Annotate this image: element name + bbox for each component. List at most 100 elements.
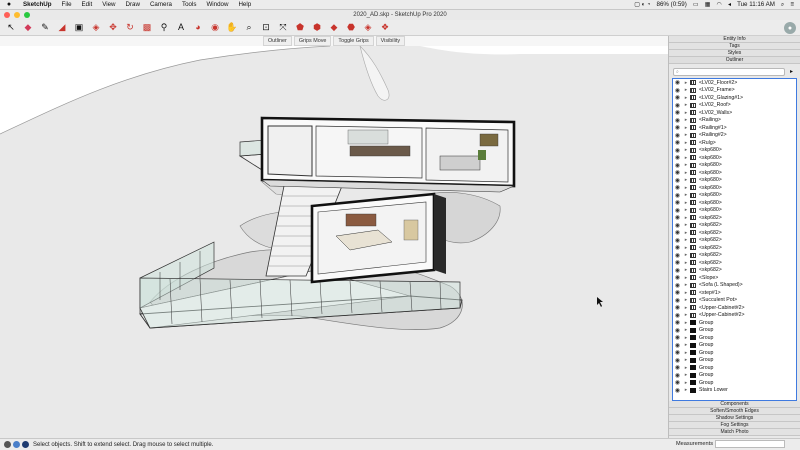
expand-arrow-icon[interactable]: ▸: [682, 327, 690, 333]
visibility-eye-icon[interactable]: ◉: [673, 267, 682, 274]
paint-bucket-tool-icon[interactable]: ◕: [190, 21, 206, 35]
outliner-row[interactable]: ◉ ▸ <LV02_Frame>: [673, 87, 796, 95]
tab-grips-move[interactable]: Grips Move: [293, 36, 332, 46]
outliner-row[interactable]: ◉ ▸ <skp680>: [673, 199, 796, 207]
outliner-row[interactable]: ◉ ▸ <Succulent Pot>: [673, 297, 796, 305]
outliner-row[interactable]: ◉ ▸ <Railing>: [673, 117, 796, 125]
menu-item-help[interactable]: Help: [233, 1, 256, 8]
expand-arrow-icon[interactable]: ▸: [682, 312, 690, 318]
expand-arrow-icon[interactable]: ▸: [682, 185, 690, 191]
geo-location-icon[interactable]: [4, 441, 11, 448]
outliner-row[interactable]: ◉ ▸ Group: [673, 319, 796, 327]
layout-tool-icon[interactable]: ◆: [326, 21, 342, 35]
menu-item-view[interactable]: View: [97, 1, 120, 8]
eraser-tool-icon[interactable]: ◆: [20, 21, 36, 35]
extension-manager-tool-icon[interactable]: ⬣: [343, 21, 359, 35]
visibility-eye-icon[interactable]: ◉: [673, 199, 682, 206]
outliner-row[interactable]: ◉ ▸ <LV02_Roof>: [673, 102, 796, 110]
expand-arrow-icon[interactable]: ▸: [682, 335, 690, 341]
outliner-row[interactable]: ◉ ▸ Group: [673, 364, 796, 372]
menu-item-window[interactable]: Window: [201, 1, 233, 8]
expand-arrow-icon[interactable]: ▸: [682, 387, 690, 393]
visibility-eye-icon[interactable]: ◉: [673, 87, 682, 94]
outliner-row[interactable]: ◉ ▸ Group: [673, 372, 796, 380]
menu-item-tools[interactable]: Tools: [177, 1, 201, 8]
model-viewport[interactable]: [0, 46, 668, 438]
outliner-row[interactable]: ◉ ▸ <skp682>: [673, 259, 796, 267]
outliner-row[interactable]: ◉ ▸ <Sofa (L Shaped)>: [673, 282, 796, 290]
expand-arrow-icon[interactable]: ▸: [682, 95, 690, 101]
outliner-row[interactable]: ◉ ▸ Group: [673, 349, 796, 357]
panel-components[interactable]: Components: [669, 401, 800, 408]
outliner-row[interactable]: ◉ ▸ <step#1>: [673, 289, 796, 297]
visibility-eye-icon[interactable]: ◉: [673, 102, 682, 109]
expand-arrow-icon[interactable]: ▸: [682, 305, 690, 311]
expand-arrow-icon[interactable]: ▸: [682, 380, 690, 386]
zoom-tool-icon[interactable]: ⌕: [241, 21, 257, 35]
expand-arrow-icon[interactable]: ▸: [682, 117, 690, 123]
expand-arrow-icon[interactable]: ▸: [682, 275, 690, 281]
expand-arrow-icon[interactable]: ▸: [682, 282, 690, 288]
panel-entity-info[interactable]: Entity Info: [669, 36, 800, 43]
measurements-input[interactable]: [715, 440, 785, 448]
visibility-eye-icon[interactable]: ◉: [673, 372, 682, 379]
move-tool-icon[interactable]: ✥: [105, 21, 121, 35]
visibility-eye-icon[interactable]: ◉: [673, 94, 682, 101]
menu-item-draw[interactable]: Draw: [121, 1, 145, 8]
tab-outliner[interactable]: Outliner: [262, 36, 292, 46]
expand-arrow-icon[interactable]: ▸: [682, 290, 690, 296]
outliner-row[interactable]: ◉ ▸ <skp682>: [673, 267, 796, 275]
expand-arrow-icon[interactable]: ▸: [682, 320, 690, 326]
visibility-eye-icon[interactable]: ◉: [673, 177, 682, 184]
shape-tool-icon[interactable]: ▣: [71, 21, 87, 35]
expand-arrow-icon[interactable]: ▸: [682, 110, 690, 116]
expand-arrow-icon[interactable]: ▸: [682, 215, 690, 221]
panel-tags[interactable]: Tags: [669, 43, 800, 50]
expand-arrow-icon[interactable]: ▸: [682, 170, 690, 176]
visibility-eye-icon[interactable]: ◉: [673, 109, 682, 116]
arc-tool-icon[interactable]: ◢: [54, 21, 70, 35]
outliner-row[interactable]: ◉ ▸ <Railing#2>: [673, 132, 796, 140]
expand-arrow-icon[interactable]: ▸: [682, 252, 690, 258]
outliner-row[interactable]: ◉ ▸ Group: [673, 327, 796, 335]
outliner-row[interactable]: ◉ ▸ Group: [673, 357, 796, 365]
line-tool-icon[interactable]: ✎: [37, 21, 53, 35]
zoom-extents-tool-icon[interactable]: ⤧: [275, 21, 291, 35]
outliner-row[interactable]: ◉ ▸ <Slope>: [673, 274, 796, 282]
outliner-row[interactable]: ◉ ▸ <skp680>: [673, 192, 796, 200]
text-tool-icon[interactable]: A: [173, 21, 189, 35]
outliner-row[interactable]: ◉ ▸ <skp680>: [673, 169, 796, 177]
minimize-window-button[interactable]: [14, 12, 20, 18]
expand-arrow-icon[interactable]: ▸: [682, 245, 690, 251]
expand-arrow-icon[interactable]: ▸: [682, 132, 690, 138]
visibility-eye-icon[interactable]: ◉: [673, 312, 682, 319]
expand-arrow-icon[interactable]: ▸: [682, 267, 690, 273]
visibility-eye-icon[interactable]: ◉: [673, 349, 682, 356]
panel-outliner[interactable]: Outliner: [669, 57, 800, 64]
extension-warehouse-tool-icon[interactable]: ⬢: [309, 21, 325, 35]
visibility-eye-icon[interactable]: ◉: [673, 297, 682, 304]
visibility-eye-icon[interactable]: ◉: [673, 132, 682, 139]
tape-measure-tool-icon[interactable]: ⚲: [156, 21, 172, 35]
outliner-row[interactable]: ◉ ▸ <Rulg>: [673, 139, 796, 147]
scale-tool-icon[interactable]: ▩: [139, 21, 155, 35]
menu-item-sketchup[interactable]: SketchUp: [18, 1, 57, 8]
style-builder-tool-icon[interactable]: ❖: [377, 21, 393, 35]
expand-arrow-icon[interactable]: ▸: [682, 357, 690, 363]
outliner-row[interactable]: ◉ ▸ <Upper-Cabinet#2>: [673, 312, 796, 320]
user-account-icon[interactable]: ●: [784, 22, 796, 34]
visibility-eye-icon[interactable]: ◉: [673, 237, 682, 244]
expand-arrow-icon[interactable]: ▸: [682, 350, 690, 356]
visibility-eye-icon[interactable]: ◉: [673, 387, 682, 394]
visibility-eye-icon[interactable]: ◉: [673, 229, 682, 236]
expand-arrow-icon[interactable]: ▸: [682, 87, 690, 93]
search-icon[interactable]: ⌕: [781, 1, 784, 9]
visibility-eye-icon[interactable]: ◉: [673, 379, 682, 386]
panel-match-photo[interactable]: Match Photo: [669, 429, 800, 436]
visibility-eye-icon[interactable]: ◉: [673, 259, 682, 266]
pan-tool-icon[interactable]: ✋: [224, 21, 240, 35]
volume-icon[interactable]: ◂: [728, 1, 731, 8]
outliner-row[interactable]: ◉ ▸ Stairs Lower: [673, 387, 796, 395]
panel-soften-edges[interactable]: Soften/Smooth Edges: [669, 408, 800, 415]
outliner-row[interactable]: ◉ ▸ <skp680>: [673, 162, 796, 170]
